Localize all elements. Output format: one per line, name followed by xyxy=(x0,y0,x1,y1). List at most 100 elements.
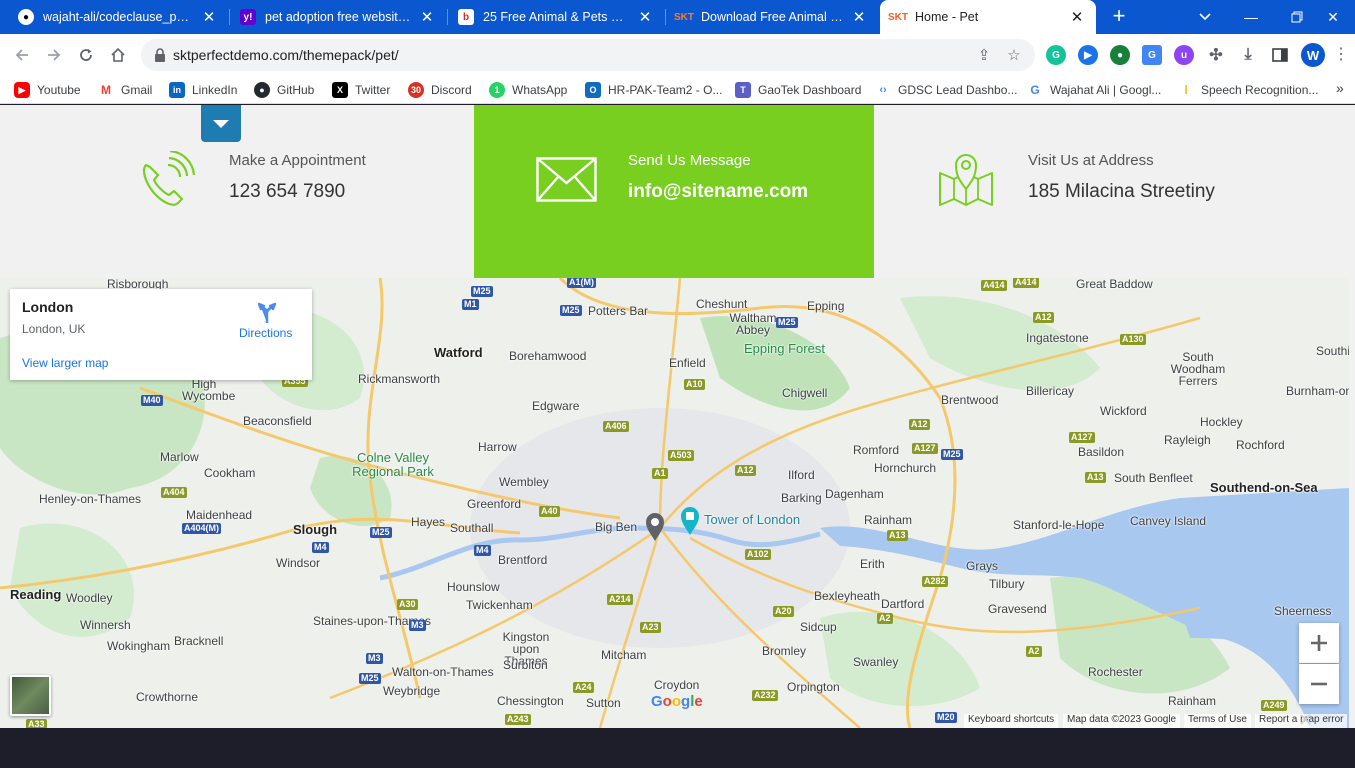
puzzle-icon[interactable]: ✣ xyxy=(1206,45,1226,65)
road-shield: A127 xyxy=(1069,432,1095,443)
close-icon[interactable]: ✕ xyxy=(1298,710,1313,731)
attraction-pin-icon[interactable] xyxy=(680,506,700,536)
place-label: Hornchurch xyxy=(874,461,937,475)
star-icon[interactable]: ☆ xyxy=(1005,46,1023,64)
zoom-in-button[interactable] xyxy=(1299,623,1339,663)
address-bar[interactable]: sktperfectdemo.com/themepack/pet/ ⇪ ☆ xyxy=(141,39,1035,71)
download-icon[interactable]: ⤓ xyxy=(1238,45,1258,65)
road-shield: M40 xyxy=(141,395,163,406)
place-label: Sutton xyxy=(586,696,621,710)
bookmark-gdsc[interactable]: ‹› GDSC Lead Dashbo... xyxy=(875,81,1017,99)
view-larger-map-link[interactable]: View larger map xyxy=(22,356,108,370)
bookmark-gmail[interactable]: M Gmail xyxy=(98,81,152,99)
place-label: Brentford xyxy=(498,553,548,567)
close-icon[interactable]: ✕ xyxy=(850,8,868,26)
bookmark-twitter[interactable]: X Twitter xyxy=(332,81,390,99)
back-button[interactable] xyxy=(9,42,35,68)
bookmark-label: Speech Recognition... xyxy=(1201,83,1319,97)
scroll-down-button[interactable] xyxy=(201,105,241,142)
directions-link[interactable]: Directions xyxy=(239,326,292,340)
close-icon[interactable]: ✕ xyxy=(200,8,218,26)
close-window-button[interactable]: ✕ xyxy=(1310,0,1355,34)
place-label: Winnersh xyxy=(80,618,131,632)
terms-of-use-link[interactable]: Terms of Use xyxy=(1184,714,1251,728)
place-label: Rochford xyxy=(1236,438,1285,452)
tab-search-button[interactable] xyxy=(1182,0,1228,34)
bookmark-discord[interactable]: 30 Discord xyxy=(408,81,472,99)
tab-strip: ● wajaht-ali/codeclause_pet-fin ✕ y! pet… xyxy=(0,0,1355,34)
road-shield: A30 xyxy=(397,599,418,610)
place-label: Enfield xyxy=(669,356,706,370)
bookmark-linkedin[interactable]: in LinkedIn xyxy=(169,81,237,99)
tab-title: wajaht-ali/codeclause_pet-fin xyxy=(43,10,194,24)
place-label: Crowthorne xyxy=(136,690,199,704)
extension-icon[interactable]: ● xyxy=(1110,45,1130,65)
road-shield: M25 xyxy=(359,673,381,684)
embedded-map[interactable]: Risborough Watford Borehamwood Potters B… xyxy=(0,278,1349,728)
tab-yahoo[interactable]: y! pet adoption free website ter ✕ xyxy=(230,0,446,34)
place-label: Big Ben xyxy=(595,520,638,534)
place-label: Tilbury xyxy=(989,577,1025,591)
more-bookmarks-icon[interactable]: » xyxy=(1336,80,1344,96)
new-tab-button[interactable]: + xyxy=(1107,5,1131,29)
plus-icon xyxy=(1311,635,1327,651)
tab-download-animal[interactable]: SKT Download Free Animal Word ✕ xyxy=(666,0,878,34)
profile-avatar[interactable]: W xyxy=(1301,43,1325,67)
share-icon[interactable]: ⇪ xyxy=(975,46,993,64)
road-shield: A503 xyxy=(668,450,694,461)
place-label: Harrow xyxy=(478,440,517,454)
road-shield: A130 xyxy=(1120,334,1146,345)
tab-title: Home - Pet xyxy=(915,10,979,24)
yahoo-icon: y! xyxy=(240,9,256,25)
road-shield: M25 xyxy=(370,527,392,538)
bookmark-github[interactable]: ● GitHub xyxy=(254,81,314,99)
place-label: Sheerness xyxy=(1274,604,1332,618)
page-scrollbar[interactable] xyxy=(1349,105,1355,728)
road-shield: A33 xyxy=(26,719,47,728)
tab-github[interactable]: ● wajaht-ali/codeclause_pet-fin ✕ xyxy=(8,0,228,34)
road-shield: A414 xyxy=(981,280,1007,291)
reload-button[interactable] xyxy=(73,42,99,68)
home-icon xyxy=(111,47,125,62)
close-icon[interactable]: ✕ xyxy=(418,8,436,26)
chevron-down-icon xyxy=(1199,13,1211,21)
place-info-card: London London, UK View larger map Direct… xyxy=(10,289,312,380)
side-panel-icon[interactable] xyxy=(1270,45,1290,65)
grammarly-icon[interactable]: G xyxy=(1046,45,1066,65)
menu-icon[interactable]: ⋮ xyxy=(1333,44,1349,64)
bookmark-gaotek[interactable]: T GaoTek Dashboard xyxy=(735,81,861,99)
place-label: Wickford xyxy=(1100,404,1147,418)
bookmark-whatsapp[interactable]: 1 WhatsApp xyxy=(489,81,567,99)
bookmark-speech[interactable]: ǀ Speech Recognition... xyxy=(1178,81,1318,99)
zoom-out-button[interactable] xyxy=(1299,664,1339,704)
forward-button[interactable] xyxy=(41,42,67,68)
keyboard-shortcuts-link[interactable]: Keyboard shortcuts xyxy=(964,714,1059,728)
place-label: Southall xyxy=(450,521,494,535)
road-shield: M4 xyxy=(474,545,491,556)
contact-message: Send Us Message info@sitename.com xyxy=(474,105,874,278)
screen-recorder-icon[interactable]: ▶ xyxy=(1078,45,1098,65)
message-email[interactable]: info@sitename.com xyxy=(628,181,808,203)
bookmark-youtube[interactable]: ▶ Youtube xyxy=(14,81,81,99)
directions-icon[interactable] xyxy=(256,301,278,323)
minimize-button[interactable]: — xyxy=(1228,0,1274,34)
tab-home-pet[interactable]: SKT Home - Pet ✕ xyxy=(880,0,1096,34)
place-label: Mitcham xyxy=(601,648,647,662)
home-button[interactable] xyxy=(105,42,131,68)
satellite-toggle[interactable] xyxy=(10,675,51,716)
translate-icon[interactable]: G xyxy=(1142,45,1162,65)
location-pin-icon[interactable] xyxy=(645,512,665,542)
appointment-phone[interactable]: 123 654 7890 xyxy=(229,181,345,203)
tab-animal-templates[interactable]: b 25 Free Animal & Pets Websi ✕ xyxy=(448,0,664,34)
bookmark-google-profile[interactable]: G Wajahat Ali | Googl... xyxy=(1027,81,1161,99)
close-icon[interactable]: ✕ xyxy=(1068,8,1086,26)
bookmark-hr-pak[interactable]: O HR-PAK-Team2 - O... xyxy=(585,81,722,99)
bookmarks-bar: ▶ Youtube M Gmail in LinkedIn ● GitHub X… xyxy=(0,76,1355,104)
close-icon[interactable]: ✕ xyxy=(636,8,654,26)
road-shield: A243 xyxy=(505,714,531,725)
bookmark-label: Wajahat Ali | Googl... xyxy=(1050,83,1162,97)
bookmark-label: GaoTek Dashboard xyxy=(758,83,862,97)
road-shield: A24 xyxy=(573,682,594,693)
extension-icon[interactable]: u xyxy=(1174,45,1194,65)
road-shield: M3 xyxy=(409,620,426,631)
